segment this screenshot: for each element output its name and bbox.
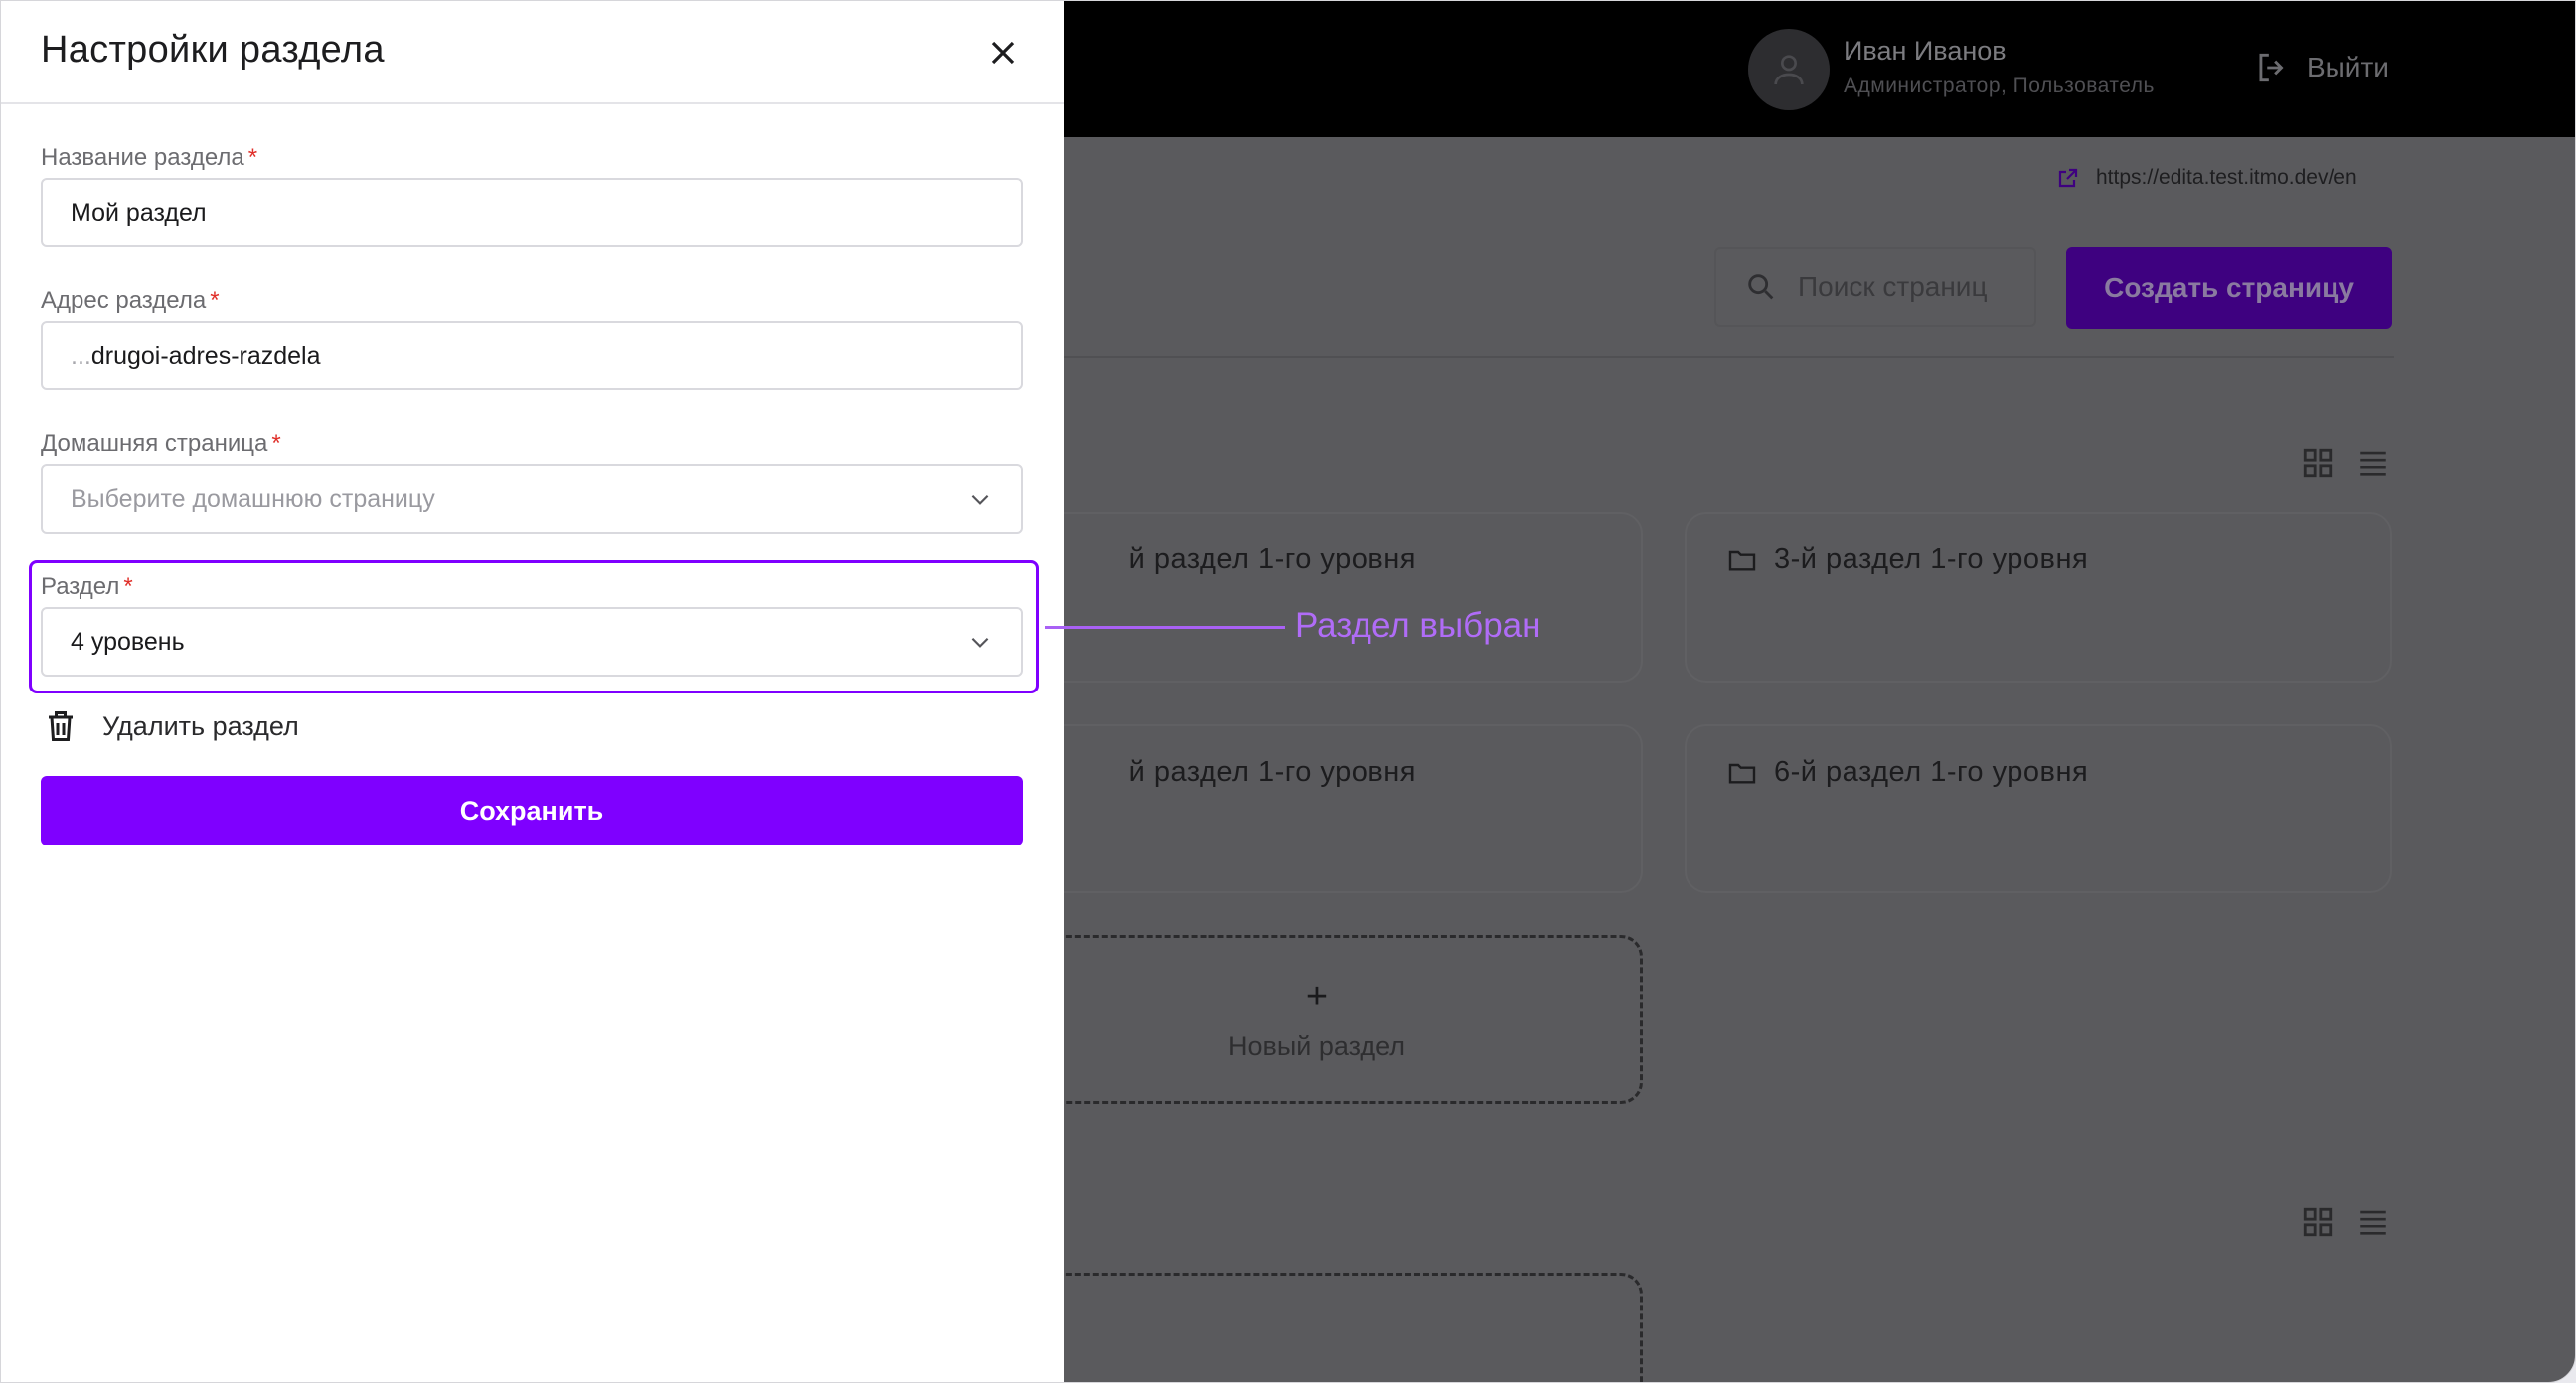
address-prefix: ... (71, 341, 91, 370)
section-name-input[interactable]: Мой раздел (41, 178, 1023, 247)
folder-icon (1728, 763, 1756, 784)
section-name-label: Название раздела * (41, 144, 258, 171)
search-input[interactable]: Поиск страниц (1714, 247, 2036, 327)
section-card-title: й раздел 1-го уровня (1128, 756, 1416, 788)
required-mark: * (271, 430, 281, 457)
section-card-header: 6-й раздел 1-го уровня (1726, 756, 2088, 789)
close-icon (991, 41, 1015, 65)
chevron-down-icon (971, 494, 989, 505)
required-mark: * (247, 144, 258, 171)
section-card-title: й раздел 1-го уровня (1128, 543, 1416, 575)
section-card[interactable]: 6-й раздел 1-го уровня (1685, 724, 2392, 893)
search-placeholder: Поиск страниц (1798, 271, 1988, 302)
delete-section-button[interactable]: Удалить раздел (43, 708, 299, 744)
folder-icon (1728, 550, 1756, 571)
new-section-label: Новый раздел (1228, 1031, 1405, 1061)
callout-text: Раздел выбран (1295, 606, 1541, 645)
grid-view-icon[interactable] (2301, 1205, 2334, 1239)
view-toggle (2301, 1205, 2390, 1239)
panel-header: Настройки раздела (1, 1, 1064, 104)
home-page-placeholder: Выберите домашнюю страницу (71, 484, 435, 513)
selection-highlight (29, 560, 1039, 693)
user-name: Иван Иванов (1844, 36, 2007, 66)
app-window: Иван Иванов Администратор, Пользователь … (0, 0, 2576, 1383)
view-toggle (2301, 446, 2390, 480)
divider (1064, 356, 2394, 358)
plus-icon: + (1305, 976, 1329, 1017)
section-address-value: drugoi-adres-razdela (90, 341, 321, 370)
required-mark: * (210, 287, 220, 314)
trash-icon (49, 711, 73, 741)
callout-line (1045, 626, 1285, 629)
home-page-label: Домашняя страница * (41, 430, 281, 457)
logout-label: Выйти (2307, 52, 2389, 82)
logout-button[interactable]: Выйти (2253, 49, 2389, 86)
create-page-button[interactable]: Создать страницу (2066, 247, 2392, 329)
home-page-select[interactable]: Выберите домашнюю страницу (41, 464, 1023, 534)
user-role: Администратор, Пользователь (1844, 75, 2155, 97)
section-card[interactable]: й раздел 1-го уровня (991, 724, 1643, 893)
list-view-icon[interactable] (2356, 446, 2390, 480)
section-card[interactable]: й раздел 1-го уровня (991, 512, 1643, 683)
search-icon (1748, 274, 1774, 300)
panel-title: Настройки раздела (41, 29, 385, 71)
user-icon (1774, 55, 1804, 85)
logout-icon (2259, 53, 2284, 82)
section-name-value: Мой раздел (71, 198, 207, 227)
section-card[interactable]: 3-й раздел 1-го уровня (1685, 512, 2392, 683)
section-address-label: Адрес раздела * (41, 287, 220, 314)
new-section-card[interactable] (991, 1273, 1643, 1382)
site-link[interactable]: https://edita.test.itmo.dev/en (2056, 166, 2357, 190)
site-url: https://edita.test.itmo.dev/en (2096, 166, 2357, 189)
delete-section-label: Удалить раздел (102, 710, 299, 741)
external-link-icon (2058, 168, 2078, 188)
section-card-title: 6-й раздел 1-го уровня (1774, 756, 2089, 788)
save-button[interactable]: Сохранить (41, 776, 1023, 845)
list-view-icon[interactable] (2356, 1205, 2390, 1239)
close-button[interactable] (983, 33, 1023, 73)
avatar[interactable] (1748, 29, 1830, 110)
new-section-card[interactable]: + Новый раздел (991, 935, 1643, 1104)
section-card-title: 3-й раздел 1-го уровня (1774, 543, 2089, 575)
section-address-input[interactable]: ... drugoi-adres-razdela (41, 321, 1023, 390)
grid-view-icon[interactable] (2301, 446, 2334, 480)
section-card-header: 3-й раздел 1-го уровня (1726, 543, 2088, 576)
